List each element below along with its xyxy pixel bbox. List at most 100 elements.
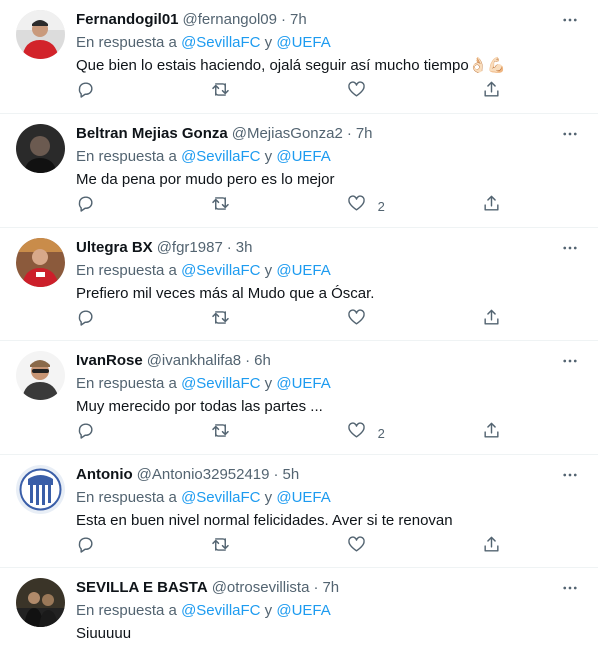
tweet-actions — [76, 535, 502, 559]
user-handle[interactable]: @Antonio32952419 — [137, 465, 270, 485]
like-button[interactable] — [347, 308, 407, 332]
mention-link[interactable]: @UEFA — [276, 602, 330, 619]
mention-link[interactable]: @UEFA — [276, 148, 330, 165]
user-handle[interactable]: @fgr1987 — [157, 238, 223, 258]
separator-dot: · — [281, 11, 286, 28]
display-name[interactable]: IvanRose — [76, 351, 143, 371]
tweet-text: Esta en buen nivel normal felicidades. A… — [76, 512, 453, 529]
reply-button[interactable] — [76, 421, 136, 445]
tweet-time[interactable]: 7h — [290, 10, 307, 30]
user-handle[interactable]: @otrosevillista — [212, 578, 310, 598]
reply-conjunction: y — [264, 489, 273, 506]
more-horizontal-icon[interactable] — [558, 465, 582, 485]
like-button[interactable] — [347, 535, 407, 559]
tweet-actions — [76, 308, 502, 332]
mention-link[interactable]: @SevillaFC — [181, 375, 260, 392]
tweet-body: Antonio @Antonio32952419 · 5h En respues… — [76, 465, 582, 553]
separator-dot: · — [226, 239, 232, 256]
reply-icon — [76, 308, 95, 332]
tweet-body: Fernandogil01 @fernangol09 · 7h En respu… — [76, 10, 582, 98]
user-handle[interactable]: @ivankhalifa8 — [147, 351, 241, 371]
tweet-reply[interactable]: Beltran Mejias Gonza @MejiasGonza2 · 7h … — [0, 114, 598, 228]
tweet-header: SEVILLA E BASTA @otrosevillista · 7h — [76, 578, 582, 598]
tweet-reply[interactable]: Ultegra BX @fgr1987 · 3h En respuesta a … — [0, 228, 598, 341]
reply-prefix: En respuesta a — [76, 34, 177, 51]
like-button[interactable] — [347, 80, 407, 104]
tweet-time[interactable]: 5h — [283, 465, 300, 485]
replying-to: En respuesta a @SevillaFC y @UEFA — [76, 147, 582, 167]
heart-icon — [347, 535, 366, 559]
tweet-time[interactable]: 7h — [356, 124, 373, 144]
mention-link[interactable]: @SevillaFC — [181, 148, 260, 165]
reply-prefix: En respuesta a — [76, 148, 177, 165]
retweet-icon — [211, 308, 230, 332]
retweet-button[interactable] — [211, 421, 271, 445]
mention-link[interactable]: @SevillaFC — [181, 489, 260, 506]
heart-icon — [347, 194, 366, 218]
reply-conjunction: y — [264, 148, 273, 165]
avatar[interactable] — [16, 465, 65, 514]
reply-button[interactable] — [76, 194, 136, 218]
tweet-reply[interactable]: Fernandogil01 @fernangol09 · 7h En respu… — [0, 0, 598, 114]
retweet-button[interactable] — [211, 80, 271, 104]
like-button[interactable]: 2 — [347, 194, 407, 218]
separator-dot: · — [245, 352, 251, 369]
retweet-button[interactable] — [211, 535, 271, 559]
mention-link[interactable]: @UEFA — [276, 375, 330, 392]
avatar[interactable] — [16, 238, 65, 287]
tweet-body: Ultegra BX @fgr1987 · 3h En respuesta a … — [76, 238, 582, 326]
reply-button[interactable] — [76, 308, 136, 332]
display-name[interactable]: Ultegra BX — [76, 238, 153, 258]
display-name[interactable]: Beltran Mejias Gonza — [76, 124, 228, 144]
mention-link[interactable]: @SevillaFC — [181, 262, 260, 279]
tweet-time[interactable]: 7h — [322, 578, 339, 598]
share-icon — [482, 308, 501, 332]
share-button[interactable] — [482, 535, 502, 559]
mention-link[interactable]: @UEFA — [276, 262, 330, 279]
heart-icon — [347, 80, 366, 104]
share-icon — [482, 194, 501, 218]
mention-link[interactable]: @SevillaFC — [181, 602, 260, 619]
avatar[interactable] — [16, 124, 65, 173]
tweet-body: SEVILLA E BASTA @otrosevillista · 7h En … — [76, 578, 582, 644]
retweet-button[interactable] — [211, 194, 271, 218]
more-horizontal-icon[interactable] — [558, 124, 582, 144]
tweet-reply[interactable]: Antonio @Antonio32952419 · 5h En respues… — [0, 455, 598, 568]
tweet-reply[interactable]: SEVILLA E BASTA @otrosevillista · 7h En … — [0, 568, 598, 650]
share-button[interactable] — [482, 80, 502, 104]
display-name[interactable]: Antonio — [76, 465, 133, 485]
mention-link[interactable]: @UEFA — [276, 34, 330, 51]
user-handle[interactable]: @MejiasGonza2 — [232, 124, 343, 144]
more-horizontal-icon[interactable] — [558, 578, 582, 598]
reply-prefix: En respuesta a — [76, 489, 177, 506]
more-horizontal-icon[interactable] — [558, 351, 582, 371]
more-horizontal-icon[interactable] — [558, 238, 582, 258]
reply-conjunction: y — [264, 34, 273, 51]
replying-to: En respuesta a @SevillaFC y @UEFA — [76, 261, 582, 281]
display-name[interactable]: Fernandogil01 — [76, 10, 179, 30]
tweet-header: Antonio @Antonio32952419 · 5h — [76, 465, 582, 485]
share-button[interactable] — [482, 308, 502, 332]
tweet-time[interactable]: 6h — [254, 351, 271, 371]
retweet-button[interactable] — [211, 308, 271, 332]
mention-link[interactable]: @UEFA — [276, 489, 330, 506]
avatar[interactable] — [16, 578, 65, 627]
avatar[interactable] — [16, 351, 65, 400]
avatar[interactable] — [16, 10, 65, 59]
tweet-reply[interactable]: IvanRose @ivankhalifa8 · 6h En respuesta… — [0, 341, 598, 455]
display-name[interactable]: SEVILLA E BASTA — [76, 578, 208, 598]
share-button[interactable] — [482, 194, 502, 218]
tweet-body: Beltran Mejias Gonza @MejiasGonza2 · 7h … — [76, 124, 582, 214]
like-button[interactable]: 2 — [347, 421, 407, 445]
reply-button[interactable] — [76, 535, 136, 559]
tweet-text: Me da pena por mudo pero es lo mejor — [76, 171, 335, 188]
tweet-time[interactable]: 3h — [236, 238, 253, 258]
mention-link[interactable]: @SevillaFC — [181, 34, 260, 51]
share-button[interactable] — [482, 421, 502, 445]
user-handle[interactable]: @fernangol09 — [183, 10, 277, 30]
tweet-actions — [76, 80, 502, 104]
retweet-icon — [211, 194, 230, 218]
share-icon — [482, 421, 501, 445]
reply-button[interactable] — [76, 80, 136, 104]
more-horizontal-icon[interactable] — [558, 10, 582, 30]
